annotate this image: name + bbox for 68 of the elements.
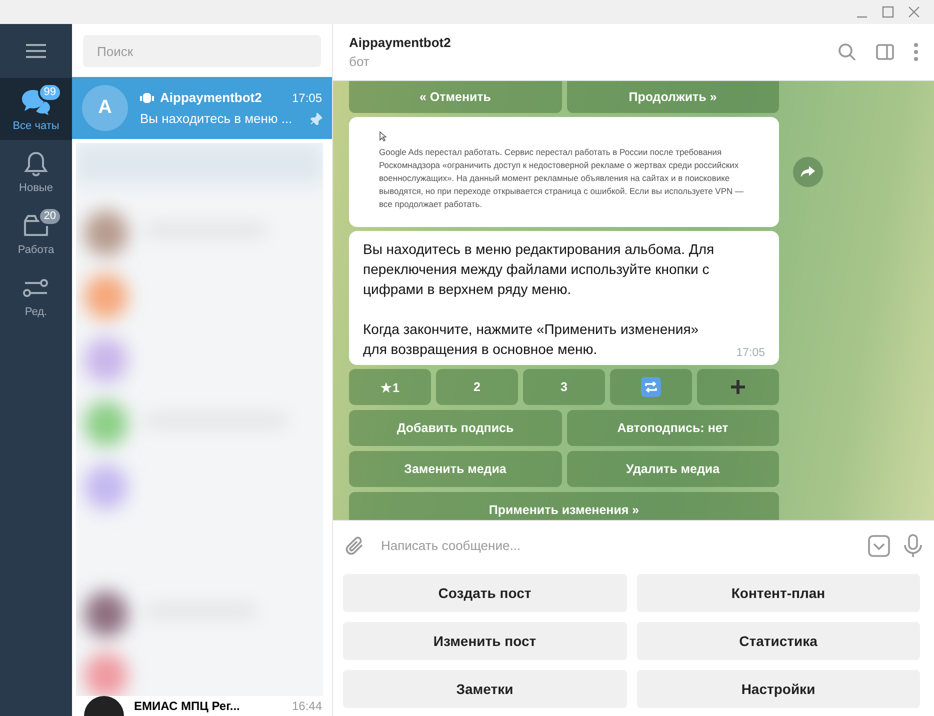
chat-time: 17:05: [292, 90, 322, 104]
inline-button[interactable]: ★1: [349, 369, 431, 405]
inline-button[interactable]: Заменить медиа: [349, 451, 562, 487]
inline-button[interactable]: Автоподпись: нет: [566, 410, 779, 446]
keyboard-button[interactable]: Контент-план: [636, 574, 920, 612]
more-button[interactable]: [914, 43, 918, 61]
folder-tab[interactable]: Ред.: [0, 264, 72, 326]
bell-icon: [24, 150, 48, 176]
close-icon: [908, 6, 920, 18]
unread-badge: 20: [38, 206, 62, 226]
chat-preview: Вы находитесь в меню ...: [140, 111, 294, 126]
filters-icon: [23, 276, 49, 298]
keyboard-button[interactable]: Настройки: [636, 670, 920, 708]
avatar: A: [82, 85, 128, 131]
unread-badge: 99: [38, 82, 62, 102]
paperclip-icon: [345, 534, 365, 556]
more-icon: [914, 43, 918, 61]
sidebar-icon: [876, 44, 894, 60]
microphone-icon: [904, 534, 922, 558]
folder-tab[interactable]: Новые: [0, 140, 72, 202]
chat-time: 16:44: [292, 699, 322, 713]
folder-label: Новые: [19, 182, 53, 194]
avatar: [84, 696, 124, 716]
keyboard-button[interactable]: Заметки: [343, 670, 626, 708]
search-icon: [838, 43, 856, 61]
sidebar-toggle-button[interactable]: [876, 44, 894, 60]
forward-icon: [801, 166, 815, 178]
folder-label: Ред.: [24, 306, 48, 318]
search-button[interactable]: [838, 43, 856, 61]
chat-title: Aippaymentbot2: [349, 35, 452, 50]
close-button[interactable]: [908, 6, 920, 18]
repeat-icon: [641, 377, 661, 397]
inline-button[interactable]: Удалить медиа: [566, 451, 779, 487]
folder-tab[interactable]: 20 Работа: [0, 202, 72, 264]
chat-name: Aippaymentbot2: [160, 90, 263, 105]
keyboard-button[interactable]: Изменить пост: [343, 622, 626, 660]
folder-tab[interactable]: 99 Все чаты: [0, 78, 72, 140]
inline-button[interactable]: 3: [523, 369, 605, 405]
chat-name[interactable]: ЕМИАС МПЦ Рег...: [134, 699, 282, 713]
inline-button[interactable]: 2: [436, 369, 518, 405]
message-time: 17:05: [736, 347, 765, 359]
menu-icon: [26, 44, 46, 58]
plus-icon: [730, 379, 746, 395]
inline-button[interactable]: Применить изменения »: [349, 492, 779, 520]
microphone-button[interactable]: [904, 534, 922, 558]
inline-button[interactable]: [697, 369, 779, 405]
folder-label: Работа: [18, 244, 54, 256]
attach-button[interactable]: [345, 534, 365, 556]
bot-icon: [140, 92, 154, 104]
search-field[interactable]: Поиск: [83, 35, 321, 67]
forward-button[interactable]: [793, 157, 823, 187]
inline-button[interactable]: Продолжить »: [566, 81, 779, 113]
folder-label: Все чаты: [12, 120, 60, 132]
chat-row[interactable]: A Aippaymentbot2 17:05 Вы находитесь в меню ...: [72, 77, 332, 139]
keyboard-button[interactable]: Создать пост: [343, 574, 626, 612]
bot-keyboard-button[interactable]: [868, 534, 890, 556]
keyboard-button[interactable]: Статистика: [636, 622, 920, 660]
cursor-icon: [379, 131, 387, 142]
maximize-icon: [882, 6, 894, 18]
message-text: Вы находитесь в меню редактирования альбома. Для переключения между файлами используйте кнопки с цифрами в верхнем ряду меню.: [363, 240, 716, 299]
maximize-button[interactable]: [882, 6, 894, 18]
inline-button[interactable]: « Отменить: [349, 81, 562, 113]
minimize-icon: [856, 16, 868, 18]
inline-button[interactable]: Добавить подпись: [349, 410, 562, 446]
screenshot-text: Google Ads перестал работать. Сервис перестал работать в России после требования Роскомнадзора «ограничить доступ к недостоверной рекламе о жертвах среди российских военнослужащих». На данный момент рекламные объявления на сайтах и в поисковике выводятся, но при переходе открывается страница с ошибкой. Если вы используете VPN — все продолжает работать.: [379, 146, 744, 211]
message-text: Когда закончите, нажмите «Применить изменения» для возвращения в основное меню.: [363, 320, 700, 359]
chat-subtitle: бот: [349, 54, 370, 69]
chevron-down-icon: [868, 534, 890, 556]
